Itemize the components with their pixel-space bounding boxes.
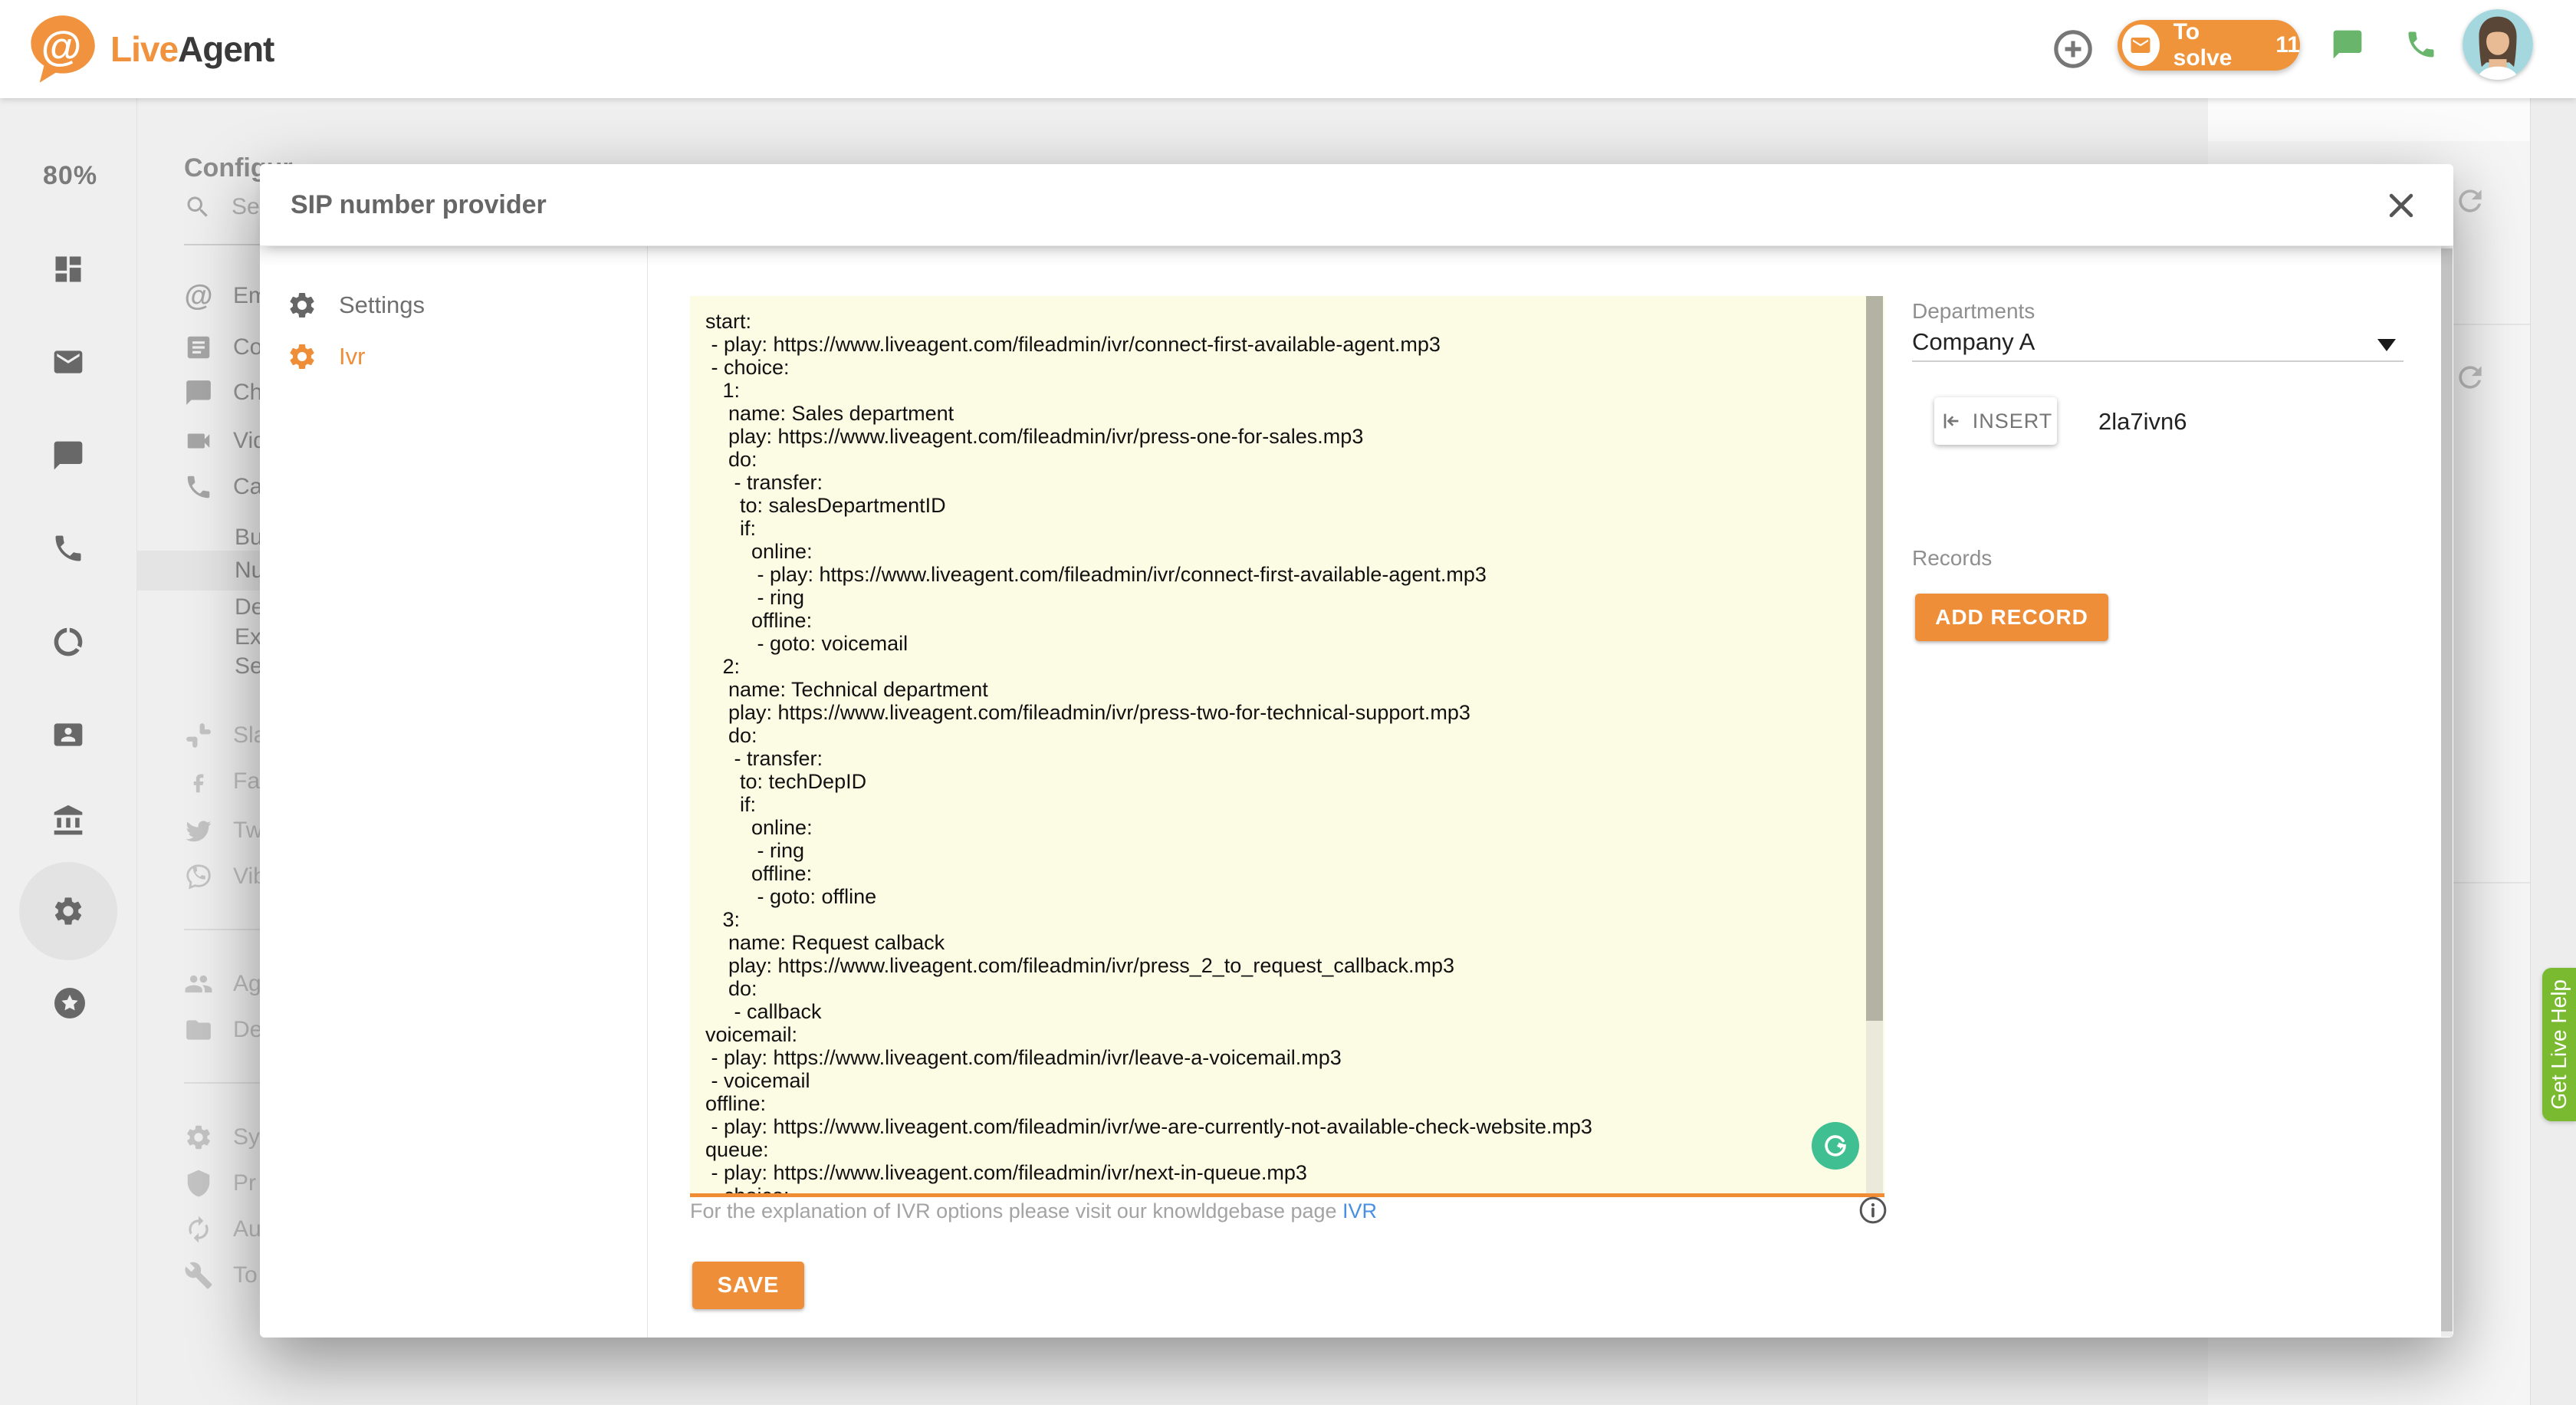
facebook-icon [184, 767, 213, 796]
to-solve-count: 11 [2275, 32, 2300, 58]
add-new-button[interactable] [2052, 28, 2095, 71]
ivr-help-note: For the explanation of IVR options pleas… [690, 1199, 1377, 1223]
page-scroll-gutter [2530, 0, 2576, 1405]
modal-nav-divider [647, 245, 648, 1338]
grammarly-icon[interactable] [1812, 1122, 1859, 1170]
bank-icon[interactable] [51, 804, 85, 837]
department-select-underline [1912, 360, 2404, 362]
viber-icon [184, 862, 213, 891]
sidebar-item-contact[interactable]: Co [184, 327, 262, 367]
logo-bubble-icon [23, 11, 100, 87]
save-button[interactable]: SAVE [692, 1262, 804, 1309]
brand-live: Live [110, 29, 178, 69]
data-usage-icon[interactable] [51, 625, 85, 659]
sidebar-item-email[interactable]: @ Em [184, 276, 268, 316]
gear-icon [184, 1123, 213, 1152]
tab-ivr[interactable]: Ivr [287, 341, 365, 372]
zoom-level-indicator: 80% [43, 161, 97, 191]
slack-icon [184, 721, 213, 750]
folder-icon [184, 1015, 213, 1045]
article-icon [184, 333, 213, 362]
ivr-knowledgebase-link[interactable]: IVR [1342, 1199, 1377, 1222]
chevron-down-icon [2377, 339, 2396, 351]
gear-icon [287, 290, 317, 321]
sidebar-item-viber[interactable]: Vib [184, 857, 266, 897]
shield-icon [184, 1169, 213, 1198]
department-selected-value: Company A [1912, 328, 2035, 355]
sidebar-item-facebook[interactable]: Fa [184, 762, 260, 801]
refresh-icon[interactable] [2453, 184, 2487, 218]
modal-header: SIP number provider [260, 164, 2453, 246]
dashboard-icon[interactable] [51, 252, 85, 286]
sidebar-item-automation[interactable]: Au [184, 1209, 261, 1249]
wrench-icon [184, 1261, 213, 1290]
sidebar-item-settings-sub[interactable]: Se [235, 647, 263, 686]
department-id-token: 2la7ivn6 [2098, 408, 2187, 436]
avatar[interactable] [2463, 9, 2533, 80]
plus-circle-icon [2052, 28, 2095, 71]
sidebar-divider [136, 98, 137, 1405]
app-header: LiveAgent To solve 11 [0, 0, 2576, 98]
phone-icon [2404, 28, 2438, 61]
editor-scrollbar-thumb[interactable] [1866, 296, 1883, 1021]
people-icon [184, 969, 213, 999]
editor-scrollbar-track[interactable] [1866, 1021, 1883, 1193]
sidebar-item-twitter[interactable]: Tw [184, 811, 262, 851]
sidebar-item-tools[interactable]: To [184, 1255, 258, 1295]
app-root: 80% Configur Sear @ Em Co Ch Vid Ca Bu N… [0, 0, 2576, 1405]
records-label: Records [1912, 546, 1992, 571]
info-icon[interactable] [1858, 1195, 1888, 1226]
ivr-script-editor[interactable]: start: - play: https://www.liveagent.com… [690, 296, 1884, 1197]
sidebar-item-slack[interactable]: Sla [184, 716, 266, 755]
phone-icon[interactable] [51, 531, 85, 565]
star-badge-icon[interactable] [51, 985, 88, 1022]
tab-insert-icon [1939, 409, 1963, 433]
sidebar-item-departments[interactable]: De [184, 1010, 262, 1050]
chat-bubble-icon [2331, 28, 2364, 61]
insert-button[interactable]: INSERT [1934, 397, 2057, 445]
to-solve-button[interactable]: To solve 11 [2118, 20, 2300, 71]
phone-icon [184, 472, 213, 502]
ticket-envelope-icon [2129, 34, 2152, 57]
videocam-icon [184, 426, 213, 456]
user-avatar-image [2463, 9, 2533, 80]
gear-icon[interactable] [51, 894, 85, 928]
sip-number-provider-modal: SIP number provider Settings Ivr start: … [260, 164, 2453, 1338]
calls-button[interactable] [2404, 28, 2438, 61]
get-live-help-label: Get Live Help [2547, 979, 2571, 1110]
chats-button[interactable] [2331, 28, 2364, 61]
gear-icon [287, 341, 317, 372]
liveagent-logo[interactable]: LiveAgent [23, 11, 274, 87]
close-icon[interactable] [2384, 189, 2418, 222]
tab-settings[interactable]: Settings [287, 290, 425, 321]
modal-title: SIP number provider [291, 190, 547, 220]
autorenew-icon [184, 1215, 213, 1244]
refresh-icon[interactable] [2453, 360, 2487, 394]
sidebar-item-video[interactable]: Vid [184, 421, 266, 461]
departments-label: Departments [1912, 299, 2035, 324]
sidebar-item-system[interactable]: Sy [184, 1117, 260, 1157]
sidebar-item-protection[interactable]: Pr [184, 1163, 256, 1203]
at-icon: @ [184, 280, 213, 313]
sidebar-item-chat[interactable]: Ch [184, 373, 262, 413]
modal-scrollbar-thumb[interactable] [2441, 248, 2453, 1331]
twitter-icon [184, 816, 213, 845]
sidebar-item-call[interactable]: Ca [184, 467, 262, 507]
to-solve-label: To solve [2174, 19, 2256, 71]
ivr-script-text[interactable]: start: - play: https://www.liveagent.com… [690, 296, 1884, 1197]
brand-agent: Agent [178, 29, 274, 69]
get-live-help-tab[interactable]: Get Live Help [2542, 968, 2576, 1121]
contact-card-icon[interactable] [51, 718, 85, 752]
search-icon [184, 193, 212, 221]
sidebar-item-agents[interactable]: Ag [184, 964, 261, 1004]
department-select[interactable]: Company A [1912, 328, 2404, 362]
mail-icon[interactable] [51, 345, 85, 379]
chat-icon[interactable] [51, 439, 85, 472]
chat-icon [184, 378, 213, 407]
add-record-button[interactable]: ADD RECORD [1915, 594, 2108, 641]
